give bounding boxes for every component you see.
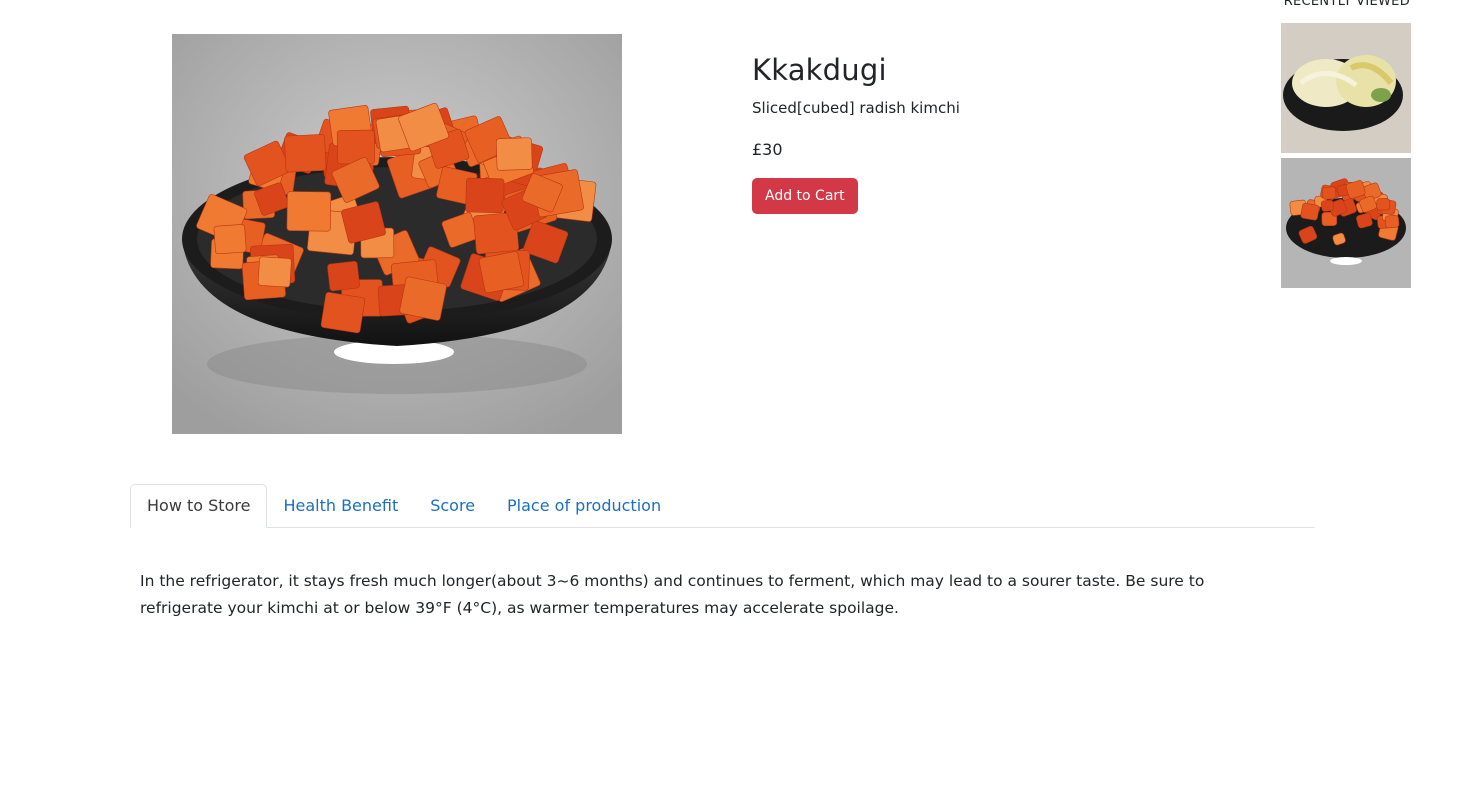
product-title: Kkakdugi	[752, 53, 887, 87]
product-description: Sliced[cubed] radish kimchi	[752, 99, 960, 117]
recent-thumb-kkakdugi[interactable]	[1281, 158, 1411, 288]
recent-thumb-cabbage-kimchi[interactable]	[1281, 23, 1411, 153]
tab-how-to-store[interactable]: How to Store	[130, 484, 268, 528]
recently-viewed-title: RECENTLY VIEWED	[1283, 0, 1410, 9]
recently-viewed: RECENTLY VIEWED	[1276, 0, 1416, 288]
product-page: Kkakdugi Sliced[cubed] radish kimchi £30…	[0, 0, 1480, 788]
product-price: £30	[752, 140, 783, 159]
product-image	[172, 34, 622, 434]
add-to-cart-button[interactable]: Add to Cart	[752, 178, 858, 214]
product-info: Kkakdugi Sliced[cubed] radish kimchi £30…	[752, 50, 1232, 214]
tab-score[interactable]: Score	[414, 485, 491, 527]
kkakdugi-bowl-illustration	[172, 34, 622, 434]
tab-content-text: In the refrigerator, it stays fresh much…	[140, 572, 1205, 617]
tab-health-benefit[interactable]: Health Benefit	[267, 485, 414, 527]
product-tabs: How to Store Health Benefit Score Place …	[130, 484, 1315, 528]
tab-place-of-production[interactable]: Place of production	[491, 485, 677, 527]
